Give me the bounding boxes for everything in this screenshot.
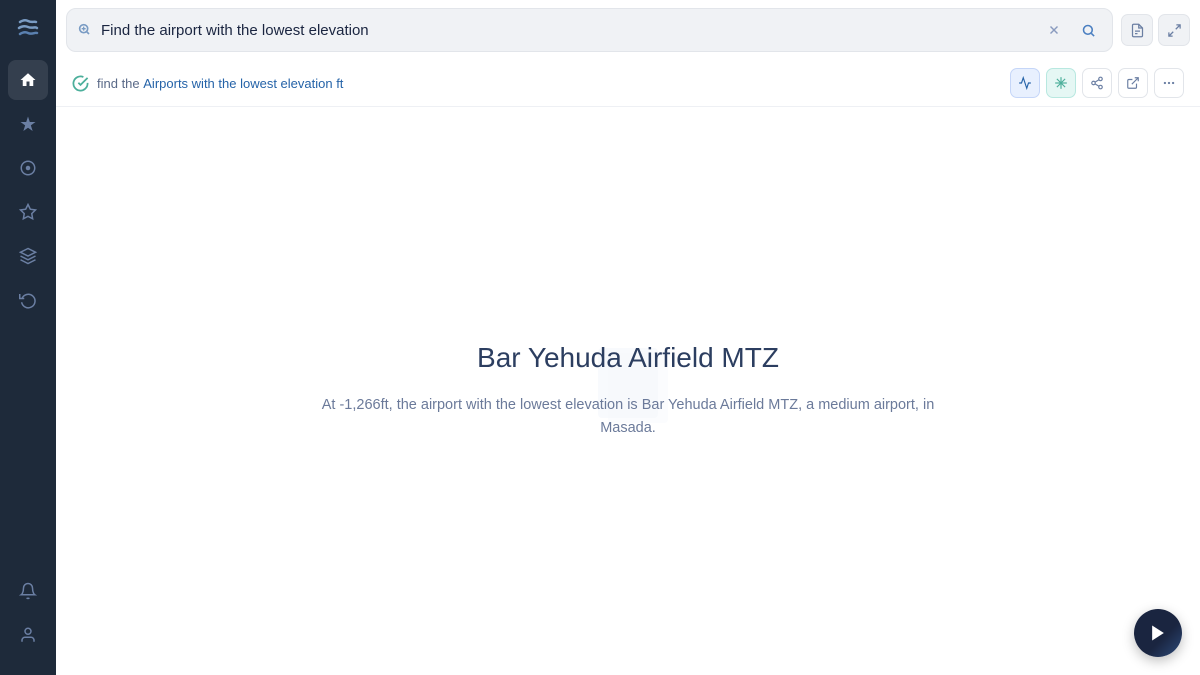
sidebar-item-user[interactable] [8, 615, 48, 655]
content-area: Bar Yehuda Airfield MTZ At -1,266ft, the… [56, 107, 1200, 675]
sidebar-item-layers[interactable] [8, 236, 48, 276]
chart-btn[interactable] [1010, 68, 1040, 98]
search-input[interactable] [101, 22, 1032, 39]
sidebar-item-star[interactable] [8, 192, 48, 232]
toolbar-group [1121, 14, 1190, 46]
sidebar-nav [0, 60, 56, 571]
sidebar-item-sparkle[interactable] [8, 104, 48, 144]
check-icon [72, 75, 89, 92]
more-btn[interactable] [1154, 68, 1184, 98]
search-actions [1040, 16, 1102, 44]
search-prefix-icon [77, 22, 93, 38]
sub-bar-link[interactable]: Airports with the lowest elevation ft [143, 76, 343, 91]
snowflake-btn[interactable] [1046, 68, 1076, 98]
sidebar-item-history[interactable] [8, 280, 48, 320]
app-logo[interactable] [10, 10, 46, 46]
search-bar [66, 8, 1113, 52]
search-button[interactable] [1074, 16, 1102, 44]
sidebar-item-home[interactable] [8, 60, 48, 100]
sidebar-item-shapes[interactable] [8, 148, 48, 188]
sidebar [0, 0, 56, 675]
sidebar-item-notifications[interactable] [8, 571, 48, 611]
play-button[interactable] [1134, 609, 1182, 657]
header [56, 0, 1200, 60]
expand-toolbar-btn[interactable] [1158, 14, 1190, 46]
sub-bar: find the Airports with the lowest elevat… [56, 60, 1200, 107]
result-description: At -1,266ft, the airport with the lowest… [298, 394, 958, 440]
sub-bar-actions [1010, 68, 1184, 98]
document-toolbar-btn[interactable] [1121, 14, 1153, 46]
sidebar-bottom [0, 571, 56, 665]
main-panel: find the Airports with the lowest elevat… [56, 0, 1200, 675]
clear-button[interactable] [1040, 16, 1068, 44]
share-btn[interactable] [1082, 68, 1112, 98]
result-title: Bar Yehuda Airfield MTZ [298, 342, 958, 374]
sub-bar-text: find the Airports with the lowest elevat… [97, 76, 1002, 91]
export-btn[interactable] [1118, 68, 1148, 98]
